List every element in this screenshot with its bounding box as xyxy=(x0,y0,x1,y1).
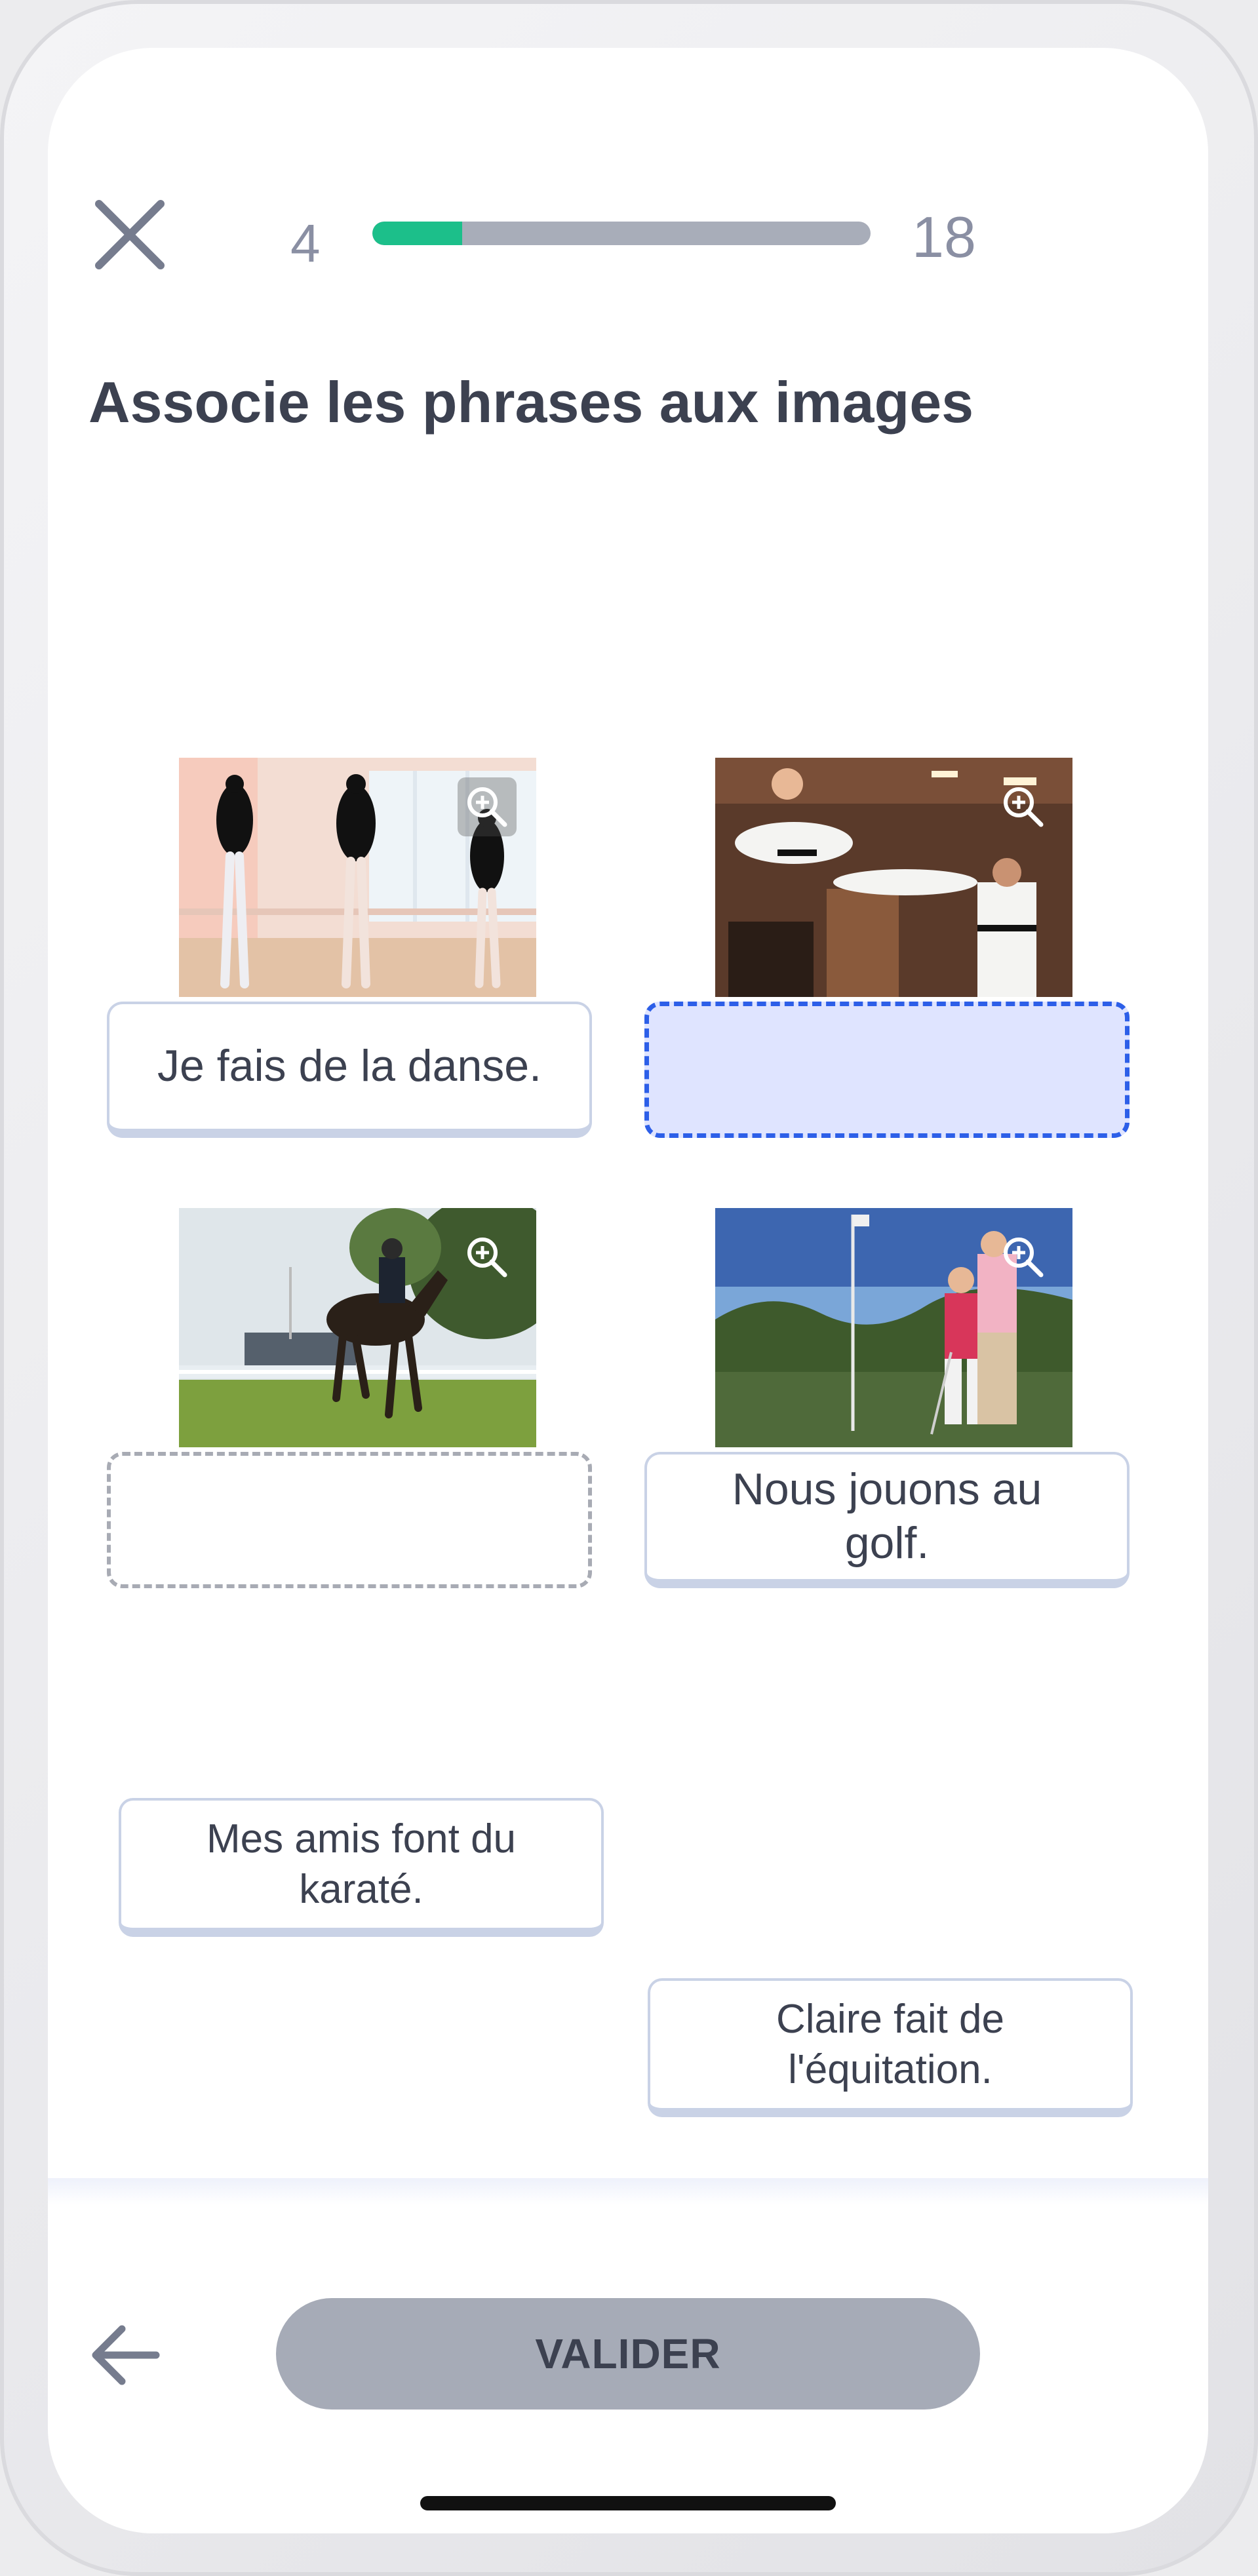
validate-button[interactable]: VALIDER xyxy=(276,2298,980,2410)
option-chip-label: Mes amis font du karaté. xyxy=(206,1816,517,1913)
progress-total: 18 xyxy=(912,205,976,269)
zoom-in-icon xyxy=(1004,1238,1044,1278)
option-chip-karate[interactable]: Mes amis font du karaté. xyxy=(119,1798,604,1937)
back-button[interactable] xyxy=(84,2313,169,2398)
arrow-left-icon xyxy=(92,2325,160,2385)
app-screen: 4 18 Associe les phrases aux images Je f… xyxy=(48,48,1208,2533)
image-ballet-dancers[interactable] xyxy=(179,758,536,997)
zoom-in-icon xyxy=(467,787,507,827)
close-button[interactable] xyxy=(94,199,166,271)
zoom-in-icon xyxy=(1004,787,1044,827)
image-karate-kick[interactable] xyxy=(715,758,1072,997)
progress-bar xyxy=(372,222,871,245)
zoom-button[interactable] xyxy=(994,1228,1053,1287)
progress-current: 4 xyxy=(290,214,321,273)
image-golf-lesson[interactable] xyxy=(715,1208,1072,1447)
answer-slot-2[interactable] xyxy=(644,1002,1130,1138)
zoom-button[interactable] xyxy=(994,777,1053,836)
home-indicator[interactable] xyxy=(420,2496,836,2510)
option-chip-equitation[interactable]: Claire fait de l'équitation. xyxy=(648,1978,1133,2117)
answer-slot-3[interactable] xyxy=(107,1452,592,1588)
answer-slot-text: Nous jouons au golf. xyxy=(732,1464,1042,1568)
zoom-button[interactable] xyxy=(458,777,517,836)
footer-divider xyxy=(48,2178,1208,2204)
zoom-button[interactable] xyxy=(458,1228,517,1287)
exercise-title: Associe les phrases aux images xyxy=(88,370,974,435)
close-icon xyxy=(95,200,165,269)
image-horse-rider[interactable] xyxy=(179,1208,536,1447)
zoom-in-icon xyxy=(467,1238,507,1278)
progress-bar-fill xyxy=(372,222,462,245)
answer-slot-4[interactable]: Nous jouons au golf. xyxy=(644,1452,1130,1588)
answer-slot-text: Je fais de la danse. xyxy=(157,1041,541,1091)
answer-slot-1[interactable]: Je fais de la danse. xyxy=(107,1002,592,1138)
option-chip-label: Claire fait de l'équitation. xyxy=(776,1996,1005,2093)
